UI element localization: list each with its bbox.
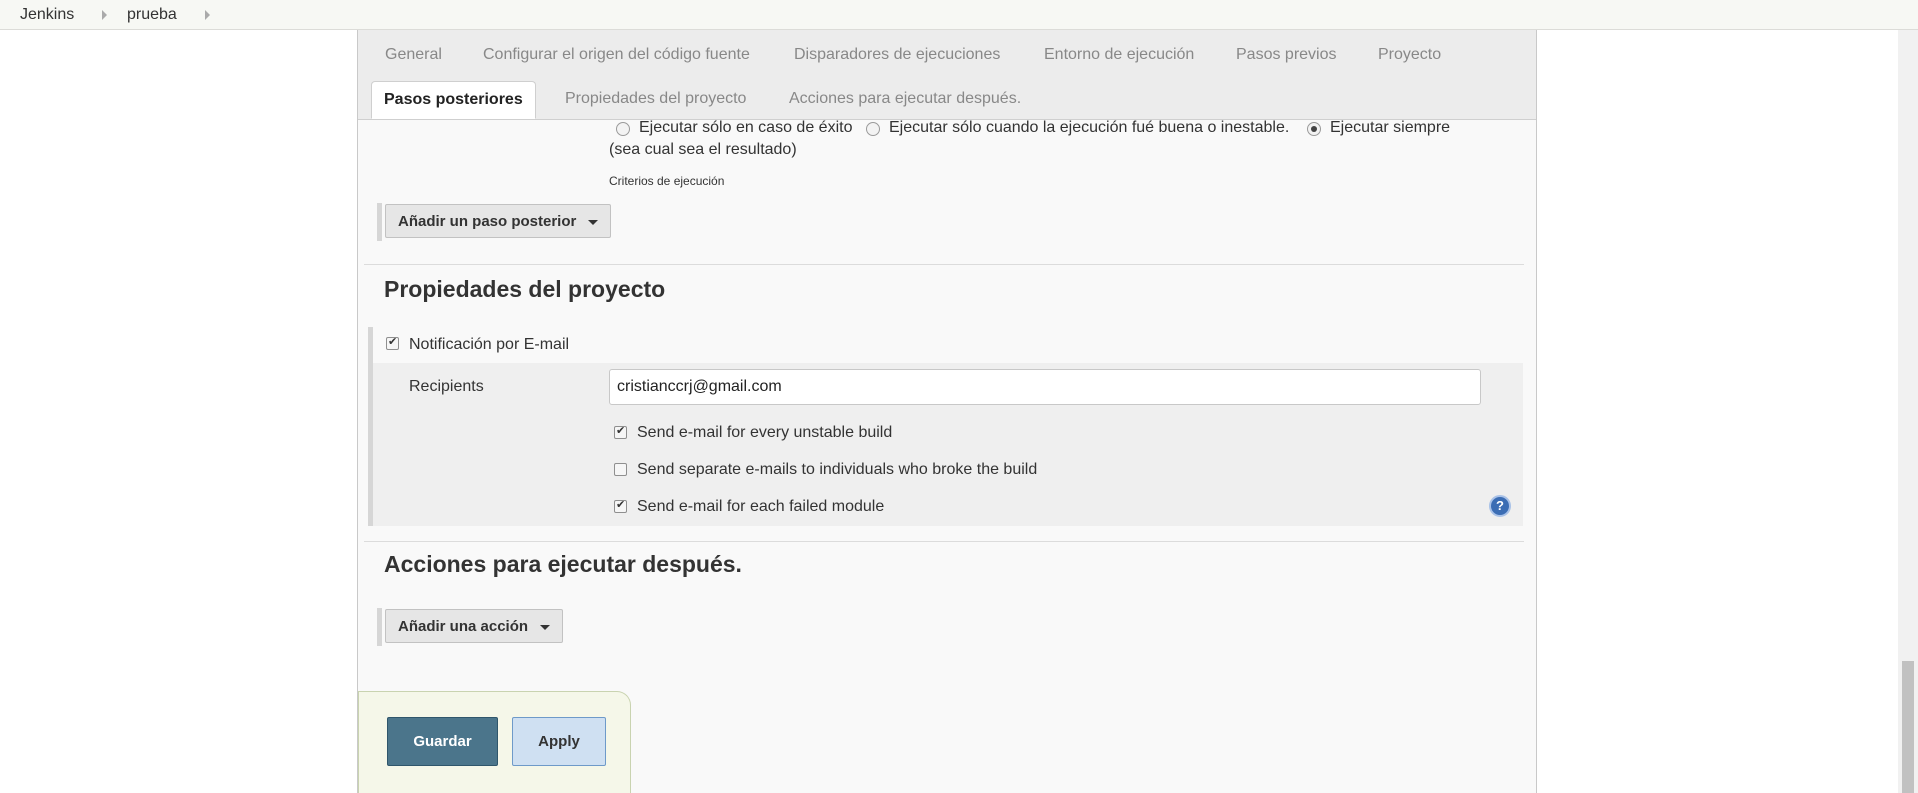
tab-post-steps[interactable]: Pasos posteriores [371, 81, 536, 119]
unstable-build-checkbox[interactable] [614, 424, 627, 439]
caret-down-icon [540, 624, 551, 630]
radio-label-always: Ejecutar siempre [1330, 119, 1451, 136]
failed-module-label: Send e-mail for each failed module [637, 498, 885, 515]
recipients-input[interactable]: cristianccrj@gmail.com [609, 369, 1481, 405]
section-divider [364, 264, 1524, 265]
recipients-label: Recipients [409, 378, 484, 395]
email-notification-label: Notificación por E-mail [409, 336, 570, 353]
breadcrumb: Jenkins prueba [0, 0, 1918, 30]
unstable-build-label: Send e-mail for every unstable build [637, 424, 893, 441]
apply-button[interactable]: Apply [512, 717, 606, 766]
chevron-right-icon[interactable] [102, 10, 107, 20]
criteria-label: Criterios de ejecución [609, 174, 725, 188]
caret-down-icon [588, 219, 599, 225]
tab-project-properties[interactable]: Propiedades del proyecto [565, 90, 746, 108]
tab-scm[interactable]: Configurar el origen del código fuente [483, 46, 750, 64]
radio-label-success-only: Ejecutar sólo en caso de éxito [639, 119, 853, 136]
tab-project[interactable]: Proyecto [1378, 46, 1441, 64]
config-tabbar: General Configurar el origen del código … [358, 30, 1536, 120]
section-divider [364, 541, 1524, 542]
email-notification-checkbox[interactable] [386, 335, 399, 350]
scrollbar[interactable] [1898, 30, 1918, 793]
individuals-checkbox[interactable] [614, 463, 627, 476]
add-action-bar [377, 608, 382, 646]
individuals-label: Send separate e-mails to individuals who… [637, 461, 1038, 478]
section-title-post-actions: Acciones para ejecutar después. [384, 551, 742, 577]
section-title-project-properties: Propiedades del proyecto [384, 276, 666, 302]
radio-success-or-unstable[interactable] [866, 122, 880, 136]
help-icon[interactable]: ? [1489, 495, 1511, 517]
add-action-button[interactable]: Añadir una acción [385, 609, 564, 643]
breadcrumb-job[interactable]: prueba [127, 6, 177, 24]
scrollbar-thumb[interactable] [1902, 661, 1914, 793]
save-button[interactable]: Guardar [387, 717, 498, 766]
add-post-step-button[interactable]: Añadir un paso posterior [385, 204, 612, 238]
chevron-right-icon[interactable] [205, 10, 210, 20]
radio-label-always-continuation: (sea cual sea el resultado) [609, 141, 797, 158]
add-post-step-label: Añadir un paso posterior [398, 213, 577, 230]
tab-environment[interactable]: Entorno de ejecución [1044, 46, 1194, 64]
breadcrumb-jenkins[interactable]: Jenkins [20, 6, 74, 24]
tab-pre-steps[interactable]: Pasos previos [1236, 46, 1337, 64]
radio-success-only[interactable] [616, 122, 630, 136]
tab-triggers[interactable]: Disparadores de ejecuciones [794, 46, 1000, 64]
add-action-label: Añadir una acción [398, 618, 529, 635]
radio-always[interactable] [1307, 122, 1321, 136]
tab-general[interactable]: General [385, 46, 442, 64]
failed-module-checkbox[interactable] [614, 498, 627, 513]
config-panel: General Configurar el origen del código … [357, 30, 1537, 793]
radio-label-success-or-unstable: Ejecutar sólo cuando la ejecución fué bu… [889, 119, 1290, 136]
add-post-step-bar [377, 203, 382, 241]
tab-post-actions[interactable]: Acciones para ejecutar después. [789, 90, 1021, 108]
